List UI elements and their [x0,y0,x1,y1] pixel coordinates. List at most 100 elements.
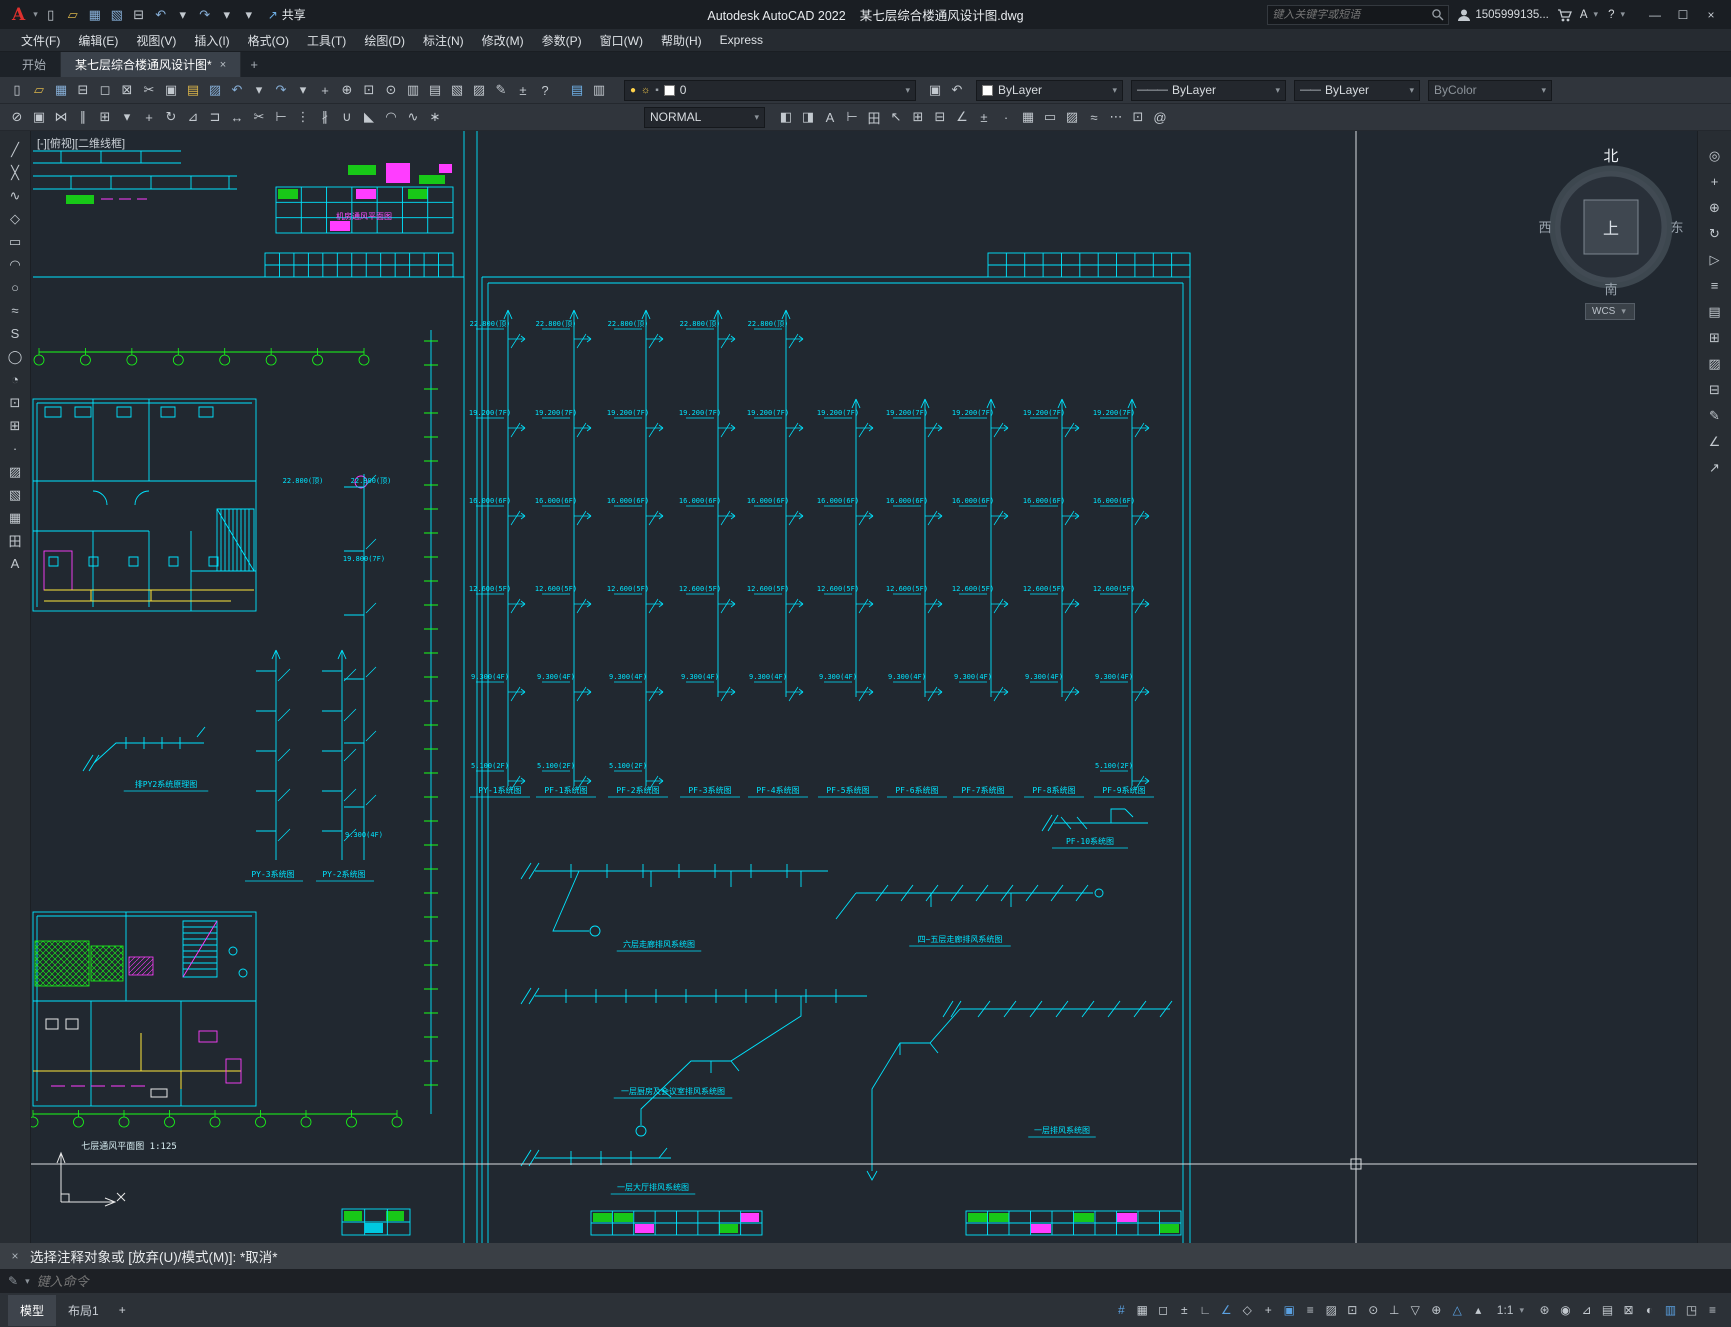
draw-order-back-icon[interactable]: ◨ [797,107,819,128]
copy-clip-icon[interactable]: ▣ [160,80,182,101]
viewcube-west-label[interactable]: 西 [1538,220,1551,235]
object-snap-icon[interactable]: ▣ [1279,1299,1300,1321]
lock-ui-icon[interactable]: ⊠ [1618,1299,1639,1321]
ortho-mode-icon[interactable]: ∟ [1195,1299,1216,1321]
new-file-icon[interactable]: ▯ [40,4,62,25]
boundary-icon[interactable]: ▭ [1039,107,1061,128]
lineweight-combo[interactable]: —— ByLayer ▾ [1294,79,1420,101]
hatch-icon[interactable]: ▨ [4,461,26,482]
quick-calc-icon[interactable]: ± [512,80,534,101]
annotation-visibility-icon[interactable]: △ [1447,1299,1468,1321]
help-menu[interactable]: ? ▾ [1608,9,1627,21]
measure-icon[interactable]: ∠ [951,107,973,128]
polar-tracking-icon[interactable]: ∠ [1216,1299,1237,1321]
menu-item-1[interactable]: 编辑(E) [69,29,127,52]
app-store-cart-icon[interactable] [1557,8,1572,22]
attribute-editor-icon[interactable]: @ [1149,107,1171,128]
extend-icon[interactable]: ⊢ [270,107,292,128]
autocad-logo-icon[interactable]: A [6,5,31,25]
3d-object-snap-icon[interactable]: ⊙ [1363,1299,1384,1321]
properties-palette-icon[interactable]: ▥ [402,80,424,101]
infer-constraints-icon[interactable]: ◻ [1153,1299,1174,1321]
viewport-controls[interactable]: [-][俯视][二维线框] [37,135,125,151]
point-style-icon[interactable]: · [995,107,1017,128]
polyline-icon[interactable]: ∿ [4,185,26,206]
style-combo[interactable]: NORMAL ▾ [644,106,765,128]
object-snap-tracking-icon[interactable]: + [1258,1299,1279,1321]
trim-icon[interactable]: ✂ [248,107,270,128]
paste-clip-icon[interactable]: ▤ [182,80,204,101]
quick-calc-icon[interactable]: ± [973,107,995,128]
system-b[interactable] [835,884,1104,920]
tab-current-drawing[interactable]: 某七层综合楼通风设计图* × [61,52,242,77]
wcs-indicator[interactable]: WCS ▾ [1585,303,1635,320]
drawing-static-geometry[interactable] [32,131,1191,1243]
table-style-icon[interactable]: 田 [863,107,885,128]
close-command-icon[interactable]: × [8,1249,22,1263]
ellipse-arc-icon[interactable]: ◔ [4,369,26,390]
command-input[interactable] [36,1273,1723,1289]
menu-item-4[interactable]: 格式(O) [239,29,298,52]
drawing-generated-geometry[interactable]: 22.800(顶) 19.200(7F) 16.000(6F) 12.600(5F) 9… [31,186,1191,1236]
viewcube[interactable]: 上 北 南 西 东 [1531,139,1691,299]
color-combo[interactable]: ByLayer ▾ [976,79,1123,101]
break-at-point-icon[interactable]: ⋮ [292,107,314,128]
system-e[interactable] [520,1147,671,1167]
viewcube-north-label[interactable]: 北 [1603,148,1618,165]
layer-states-icon[interactable]: ▥ [588,80,610,101]
zoom-previous-icon[interactable]: ⊙ [380,80,402,101]
mtext-icon[interactable]: A [4,553,26,574]
new-layout-button[interactable]: + [111,1296,134,1324]
dynamic-input-icon[interactable]: ± [1174,1299,1195,1321]
menu-item-2[interactable]: 视图(V) [127,29,185,52]
system-a[interactable] [520,862,828,937]
units-icon[interactable]: ⊿ [1576,1299,1597,1321]
plot-icon[interactable]: ⊟ [72,80,94,101]
snap-mode-icon[interactable]: ▦ [1132,1299,1153,1321]
polygon-icon[interactable]: ◇ [4,208,26,229]
gizmo-icon[interactable]: ⊕ [1426,1299,1447,1321]
stretch-icon[interactable]: ⊐ [204,107,226,128]
rectangle-icon[interactable]: ▭ [4,231,26,252]
share-view-icon[interactable]: ↗ [1704,457,1726,478]
menu-item-5[interactable]: 工具(T) [298,29,355,52]
graphics-performance-icon[interactable]: ▥ [1660,1299,1681,1321]
save-as-icon[interactable]: ▧ [106,4,128,25]
lineweight-combo-dropdown-icon[interactable]: ▾ [1409,85,1414,96]
app-menu-dropdown-icon[interactable]: ▾ [31,9,40,20]
plotstyle-combo[interactable]: ByColor ▾ [1428,79,1552,101]
recent-commands-dropdown-icon[interactable]: ▾ [23,1276,32,1287]
save-file-icon[interactable]: ▦ [84,4,106,25]
customization-icon[interactable]: ≡ [1702,1299,1723,1321]
save-file-icon[interactable]: ▦ [50,80,72,101]
close-button[interactable]: × [1697,4,1725,26]
help-icon[interactable]: ? [534,80,556,101]
properties-palette-icon[interactable]: ▤ [1704,301,1726,322]
clean-screen-icon[interactable]: ◳ [1681,1299,1702,1321]
drawing-canvas[interactable]: 22.800(顶) 19.200(7F) 16.000(6F) 12.600(5F) 9… [31,131,1697,1243]
plot-preview-icon[interactable]: ◻ [94,80,116,101]
revision-cloud-icon[interactable]: ≈ [4,300,26,321]
redo-dropdown-icon[interactable]: ▾ [292,80,314,101]
fillet-icon[interactable]: ◠ [380,107,402,128]
dynamic-ucs-icon[interactable]: ⊥ [1384,1299,1405,1321]
model-tab[interactable]: 模型 [8,1294,57,1326]
command-input-row[interactable]: ✎ ▾ [0,1269,1731,1293]
floor-plan-lower[interactable] [32,911,257,1107]
zoom-icon[interactable]: ⊕ [1704,197,1726,218]
scale-icon[interactable]: ⊿ [182,107,204,128]
draw-order-front-icon[interactable]: ◧ [775,107,797,128]
measure-tool-icon[interactable]: ∠ [1704,431,1726,452]
customize-command-icon[interactable]: ✎ [8,1274,18,1288]
quick-properties-icon[interactable]: ▤ [1597,1299,1618,1321]
cut-clip-icon[interactable]: ✂ [138,80,160,101]
minimize-button[interactable]: — [1641,4,1669,26]
block-editor-icon[interactable]: ⊡ [1127,107,1149,128]
circle-icon[interactable]: ○ [4,277,26,298]
show-motion-icon[interactable]: ▷ [1704,249,1726,270]
text-style-icon[interactable]: A [819,107,841,128]
viewcube-south-label[interactable]: 南 [1604,282,1617,297]
orbit-icon[interactable]: ↻ [1704,223,1726,244]
region-icon[interactable]: ▦ [4,507,26,528]
navigation-wheel-icon[interactable]: ◎ [1704,145,1726,166]
